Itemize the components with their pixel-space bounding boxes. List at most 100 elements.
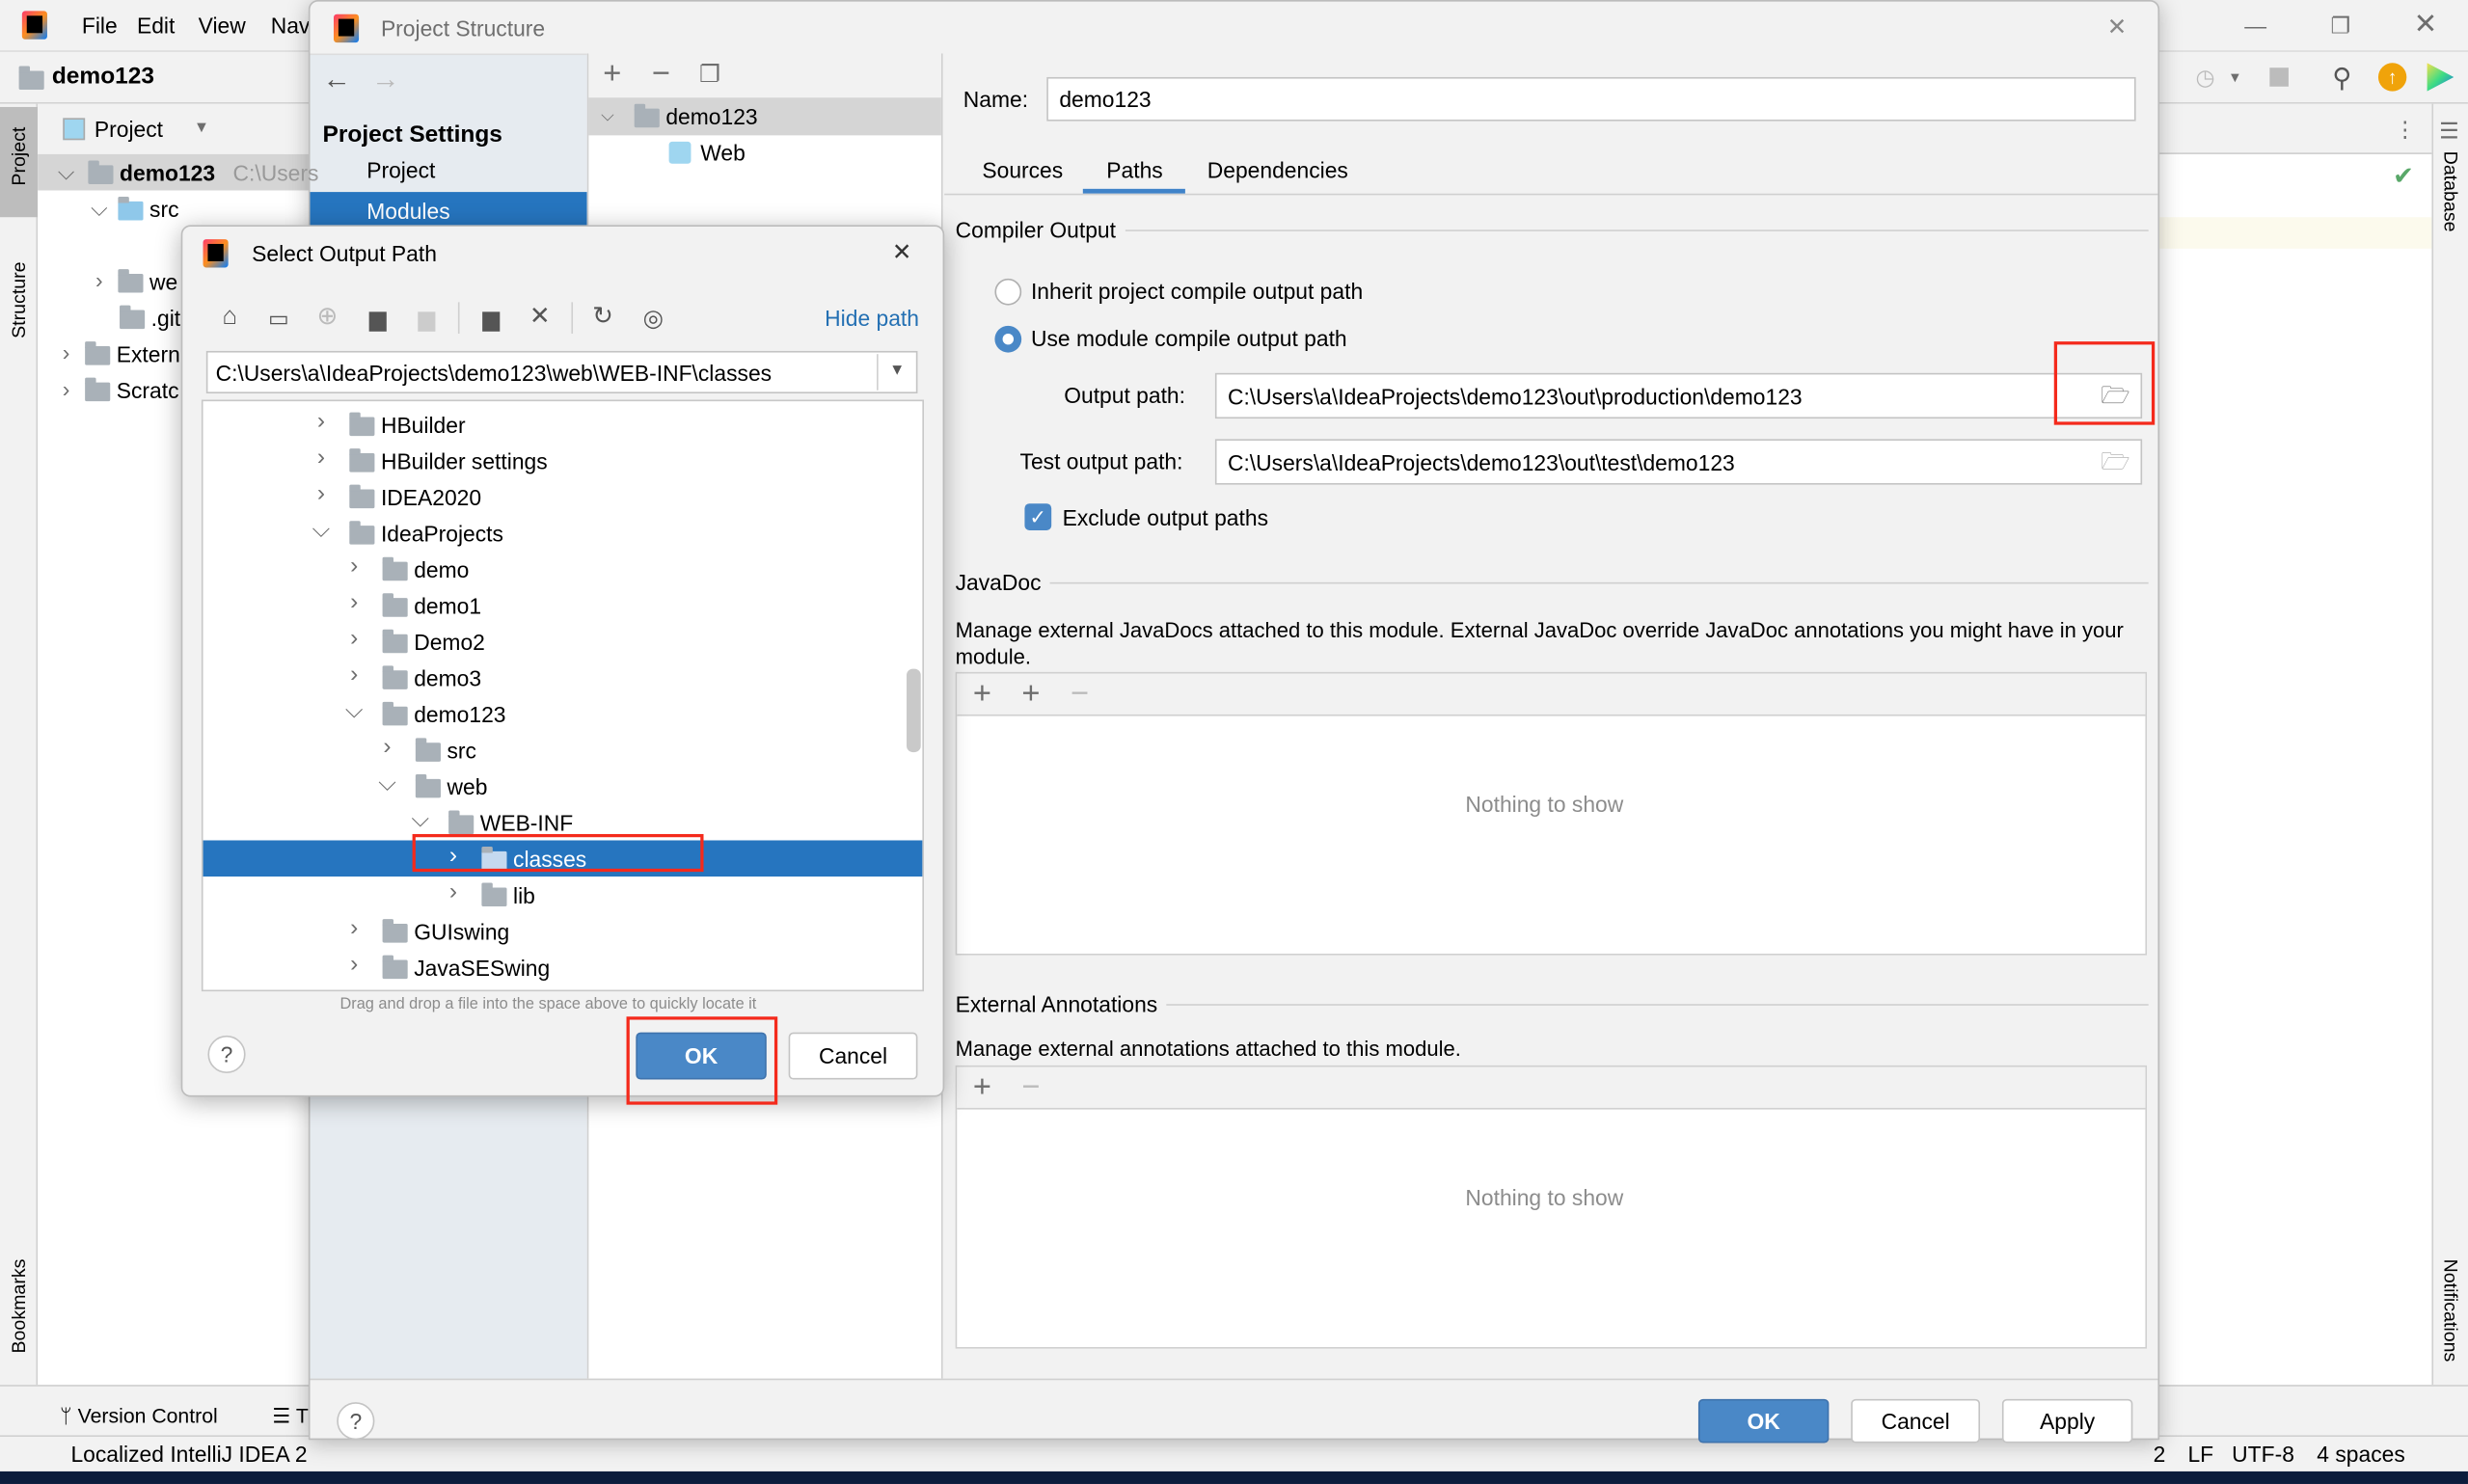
module-folder-icon[interactable]: ▆ <box>364 304 392 332</box>
dropdown-icon[interactable]: ▼ <box>2226 67 2245 89</box>
apply-button[interactable]: Apply <box>2001 1398 2133 1444</box>
name-input[interactable]: demo123 <box>1046 76 2136 121</box>
file-tree-row[interactable]: › demo1 <box>203 587 923 624</box>
show-hidden-icon[interactable]: ◎ <box>639 304 667 332</box>
chevron-down-icon[interactable]: ⌵ <box>57 160 76 182</box>
file-tree-row[interactable]: › IDEA2020 <box>203 478 923 515</box>
chevron-right-icon[interactable]: › <box>344 627 364 650</box>
menu-file[interactable]: File <box>82 11 118 39</box>
chevron-right-icon[interactable]: › <box>312 481 331 505</box>
chevron-down-icon[interactable]: ⌵ <box>312 518 331 541</box>
add-javadoc-url-icon[interactable]: + <box>1017 678 1044 710</box>
output-path-input[interactable]: C:\Users\a\IdeaProjects\demo123\out\prod… <box>1214 372 2143 419</box>
close-icon[interactable]: ✕ <box>887 237 915 265</box>
chevron-down-icon[interactable]: ⌵ <box>344 699 364 722</box>
file-tree-row[interactable]: › JavaSESwing <box>203 949 923 985</box>
project-tree-item[interactable]: .git <box>151 304 180 332</box>
back-icon[interactable]: ← <box>323 65 351 93</box>
browse-test-folder-icon[interactable]: 🗁 <box>2100 446 2131 474</box>
status-message[interactable]: Localized IntelliJ IDEA 2 <box>70 1440 307 1468</box>
chevron-right-icon[interactable]: › <box>344 553 364 578</box>
project-tree-item[interactable]: we <box>149 267 177 295</box>
test-output-path-input[interactable]: C:\Users\a\IdeaProjects\demo123\out\test… <box>1214 439 2143 485</box>
remove-icon[interactable]: − <box>647 58 675 90</box>
refresh-icon[interactable]: ↻ <box>588 304 616 332</box>
sidebar-item-project[interactable]: Project <box>366 156 435 184</box>
parent-folder-icon[interactable]: ▆ <box>413 304 441 332</box>
forward-icon[interactable]: → <box>371 65 399 93</box>
file-tree-row[interactable]: ⌵ demo123 <box>203 695 923 732</box>
radio-module-selected[interactable] <box>994 325 1022 353</box>
project-tree-item[interactable]: src <box>149 195 178 223</box>
chevron-right-icon[interactable]: › <box>90 269 109 291</box>
menu-navigate[interactable]: Nav <box>271 11 311 39</box>
file-tree-row[interactable]: › HBuilder settings <box>203 443 923 479</box>
tab-dependencies[interactable]: Dependencies <box>1207 156 1348 184</box>
chevron-right-icon[interactable]: › <box>344 952 364 976</box>
chevron-right-icon[interactable]: › <box>344 590 364 613</box>
help-button[interactable]: ? <box>207 1035 246 1074</box>
tab-paths[interactable]: Paths <box>1106 156 1162 184</box>
run-history-icon[interactable]: ◷ <box>2191 63 2219 91</box>
tab-todo[interactable]: ☰ T <box>272 1402 309 1430</box>
file-tree-row[interactable]: › Demo2 <box>203 623 923 660</box>
chevron-down-icon[interactable]: ▼ <box>884 361 909 383</box>
module-demo123[interactable]: demo123 <box>665 102 757 130</box>
restore-icon[interactable]: ❐ <box>2326 13 2354 38</box>
path-combobox[interactable]: C:\Users\a\IdeaProjects\demo123\web\WEB-… <box>205 350 918 393</box>
project-tree-item[interactable]: Extern <box>117 340 180 368</box>
project-view-selector[interactable]: Project <box>95 115 163 143</box>
project-tree-item[interactable]: demo123 <box>120 159 215 187</box>
status-line-col[interactable]: 2 <box>2154 1440 2166 1468</box>
chevron-down-icon[interactable]: ▼ <box>192 120 211 139</box>
help-button[interactable]: ? <box>337 1402 375 1441</box>
new-folder-icon[interactable]: ▆ <box>476 304 504 332</box>
file-tree[interactable]: › HBuilder › HBuilder settings › IDEA2020 ⌵ Ide… <box>201 399 924 992</box>
desktop-icon[interactable]: ▭ <box>264 304 292 332</box>
chevron-down-icon[interactable]: ⌵ <box>411 807 430 830</box>
chevron-down-icon[interactable]: ⌵ <box>378 771 397 795</box>
stripe-structure[interactable]: Structure <box>8 261 30 337</box>
status-line-separator[interactable]: LF <box>2187 1440 2213 1468</box>
tab-version-control[interactable]: ᛘ Version Control <box>60 1402 218 1430</box>
chevron-right-icon[interactable]: › <box>312 445 331 469</box>
hide-path-link[interactable]: Hide path <box>825 304 919 332</box>
file-tree-row[interactable]: › demo3 <box>203 660 923 696</box>
status-indent[interactable]: 4 spaces <box>2317 1440 2404 1468</box>
chevron-right-icon[interactable]: › <box>378 735 397 759</box>
module-web[interactable]: Web <box>700 139 746 167</box>
chevron-down-icon[interactable]: ⌵ <box>598 105 617 127</box>
chevron-right-icon[interactable]: › <box>57 378 76 400</box>
file-tree-row[interactable]: › HBuilder <box>203 406 923 443</box>
stripe-notifications[interactable]: Notifications <box>2440 1259 2462 1363</box>
chevron-down-icon[interactable]: ⌵ <box>90 197 109 219</box>
add-annotation-icon[interactable]: + <box>968 1071 996 1103</box>
add-icon[interactable]: + <box>598 58 626 90</box>
remove-annotation-icon[interactable]: − <box>1017 1071 1044 1103</box>
close-window-icon[interactable]: ✕ <box>2411 10 2439 38</box>
file-tree-row[interactable]: › lib <box>203 877 923 913</box>
file-tree-row[interactable]: › demo <box>203 551 923 587</box>
stripe-database[interactable]: Database <box>2440 151 2462 232</box>
tab-sources[interactable]: Sources <box>982 156 1063 184</box>
project-root-icon[interactable]: ⊕ <box>313 304 341 332</box>
search-icon[interactable]: ⚲ <box>2326 63 2358 91</box>
minimize-icon[interactable]: — <box>2241 13 2269 38</box>
ok-button[interactable]: OK <box>1697 1398 1830 1444</box>
select-cancel-button[interactable]: Cancel <box>788 1032 918 1080</box>
status-encoding[interactable]: UTF-8 <box>2232 1440 2294 1468</box>
more-icon[interactable]: ⋮ <box>2394 114 2416 146</box>
delete-icon[interactable]: ✕ <box>526 304 554 332</box>
chevron-right-icon[interactable]: › <box>57 341 76 364</box>
chevron-right-icon[interactable]: › <box>444 879 463 904</box>
file-tree-row[interactable]: ⌵ IdeaProjects <box>203 515 923 552</box>
project-name[interactable]: demo123 <box>52 63 154 91</box>
tree-scrollbar[interactable] <box>907 668 921 753</box>
home-icon[interactable]: ⌂ <box>216 304 244 332</box>
stripe-bookmarks[interactable]: Bookmarks <box>8 1259 30 1354</box>
cancel-button[interactable]: Cancel <box>1851 1398 1981 1444</box>
menu-edit[interactable]: Edit <box>137 11 175 39</box>
chevron-right-icon[interactable]: › <box>344 916 364 939</box>
file-tree-row[interactable]: › GUIswing <box>203 913 923 950</box>
chevron-right-icon[interactable]: › <box>312 409 331 432</box>
